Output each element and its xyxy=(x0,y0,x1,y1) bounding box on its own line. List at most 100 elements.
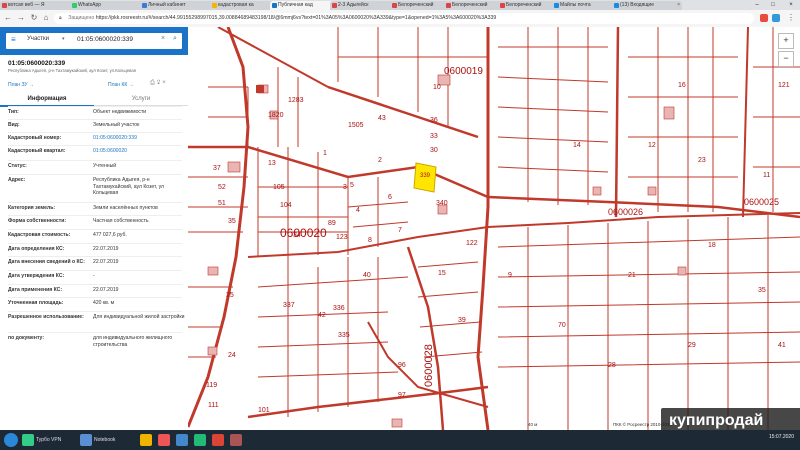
start-icon[interactable] xyxy=(4,433,18,447)
chevron-down-icon[interactable]: ▾ xyxy=(62,36,65,42)
browser-tab[interactable]: WhatsApp× xyxy=(70,1,146,10)
parcel-label: 1505 xyxy=(348,122,364,129)
parcel-label: 1820 xyxy=(268,112,284,119)
back-icon[interactable]: ← xyxy=(3,13,13,23)
parcel-label: 39 xyxy=(458,317,466,324)
parcel-label: 52 xyxy=(218,184,226,191)
browser-tab[interactable]: (13) Входящие × xyxy=(612,1,682,10)
url-field[interactable]: 🔒︎ Защищено https://pkk.rosreestr.ru/#/s… xyxy=(54,13,754,24)
browser-tab[interactable]: Белореченский× xyxy=(444,1,504,10)
close-window-icon[interactable]: × xyxy=(784,0,798,10)
taskbar-item[interactable]: Notebook xyxy=(94,433,115,447)
parcel-label: 123 xyxy=(336,234,348,241)
app-icon[interactable] xyxy=(194,434,206,446)
parcel-label: 28 xyxy=(608,362,616,369)
zoom-out-button[interactable]: − xyxy=(778,51,794,67)
browser-tab[interactable]: Личный кабинет× xyxy=(140,1,216,10)
tab-favicon-icon xyxy=(212,3,217,8)
parcel-label: 7 xyxy=(398,227,402,234)
attribute-label: Разрешенное использование: xyxy=(8,314,84,320)
parcel-label: 43 xyxy=(378,115,386,122)
reload-icon[interactable]: ↻ xyxy=(29,13,39,23)
search-bar: ≡ Участки ▾ 01:05:0600020:339 × ⌕ xyxy=(0,27,188,55)
divider xyxy=(8,256,182,257)
close-icon[interactable]: × xyxy=(162,80,168,86)
tab-favicon-icon xyxy=(2,3,7,8)
tab-label: кадастровая ка xyxy=(218,2,254,8)
parcel-label: 30 xyxy=(430,147,438,154)
parcel-label: 34 xyxy=(293,232,301,239)
home-icon[interactable]: ⌂ xyxy=(41,13,51,23)
browser-tab-active[interactable]: Публичная кад× xyxy=(270,1,336,10)
browser-tab[interactable]: 2-3 Адыгейск× xyxy=(330,1,396,10)
browser-tab[interactable]: Майлы почта× xyxy=(552,1,618,10)
forward-icon[interactable]: → xyxy=(16,13,26,23)
attribute-label: Дата внесения сведений о КС: xyxy=(8,259,85,265)
parcel-label: 340 xyxy=(436,200,448,207)
folder-icon[interactable] xyxy=(140,434,152,446)
parcel-label: 96 xyxy=(398,362,406,369)
panel-tools: ⎙⇪× xyxy=(150,80,168,87)
divider xyxy=(8,202,182,203)
parcel-label: 25 xyxy=(226,292,234,299)
attribute-value: 22.07.2019 xyxy=(93,246,119,252)
search-mode-select[interactable]: Участки xyxy=(27,36,49,42)
cadastral-map[interactable]: 0600020 0600019 0600026 0600025 0600028 37 13 1… xyxy=(188,27,800,430)
tab-label: Белореченский xyxy=(452,2,488,8)
tab-info[interactable]: Информация xyxy=(0,93,94,107)
app-icon[interactable] xyxy=(176,434,188,446)
parcel-label: 121 xyxy=(778,82,790,89)
divider xyxy=(8,160,182,161)
hamburger-icon[interactable]: ≡ xyxy=(11,35,16,44)
quarter-label: 0600026 xyxy=(608,207,643,217)
search-icon[interactable]: ⌕ xyxy=(173,35,177,43)
attribute-label: по документу: xyxy=(8,335,45,341)
tab-services[interactable]: Услуги xyxy=(94,93,188,105)
parcel-label: 29 xyxy=(688,342,696,349)
zoom-in-button[interactable]: + xyxy=(778,33,794,49)
attribute-value: Учтенный xyxy=(93,163,117,169)
vpn-icon[interactable] xyxy=(22,434,34,446)
lock-icon: 🔒︎ xyxy=(59,15,64,21)
browser-tab[interactable]: кадастровая ка× xyxy=(210,1,276,10)
menu-icon[interactable]: ⋮ xyxy=(786,13,796,23)
minimize-icon[interactable]: – xyxy=(750,0,764,10)
parcel-label: 1 xyxy=(323,150,327,157)
browser-tab[interactable]: Белореченский× xyxy=(498,1,558,10)
tab-favicon-icon xyxy=(332,3,337,8)
divider xyxy=(8,311,182,312)
plan-kk-link[interactable]: План КК → xyxy=(108,82,134,88)
tab-label: WhatsApp xyxy=(78,2,102,8)
search-box[interactable]: ≡ Участки ▾ 01:05:0600020:339 × ⌕ xyxy=(6,33,182,49)
print-icon[interactable]: ⎙ xyxy=(150,80,157,86)
divider xyxy=(8,132,182,133)
map-canvas[interactable]: 0600020060001906000260600025060002837131… xyxy=(188,27,800,430)
search-input[interactable]: 01:05:0600020:339 xyxy=(77,36,133,43)
parcel-label: 12 xyxy=(648,142,656,149)
app-icon[interactable] xyxy=(230,434,242,446)
close-icon[interactable]: × xyxy=(677,1,680,10)
extension-icon[interactable] xyxy=(772,14,780,22)
maximize-icon[interactable]: □ xyxy=(766,0,780,10)
notebook-icon[interactable] xyxy=(80,434,92,446)
parcel-label: 337 xyxy=(283,302,295,309)
attribute-value[interactable]: 01:05:0600020:339 xyxy=(93,135,185,142)
browser-tab[interactable]: вотсап веб — Я× xyxy=(0,1,76,10)
chrome-icon[interactable] xyxy=(212,434,224,446)
parcel-label: 13 xyxy=(268,160,276,167)
plan-zu-link[interactable]: План ЗУ → xyxy=(8,82,34,88)
parcel-label: 2 xyxy=(378,157,382,164)
parcel-label: 4 xyxy=(356,207,360,214)
close-icon[interactable]: × xyxy=(161,35,165,42)
browser-tab[interactable]: Белореченский× xyxy=(390,1,450,10)
parcel-label: 24 xyxy=(228,352,236,359)
extension-icon[interactable] xyxy=(760,14,768,22)
attribute-value[interactable]: 01:05:0600020 xyxy=(93,148,185,155)
parcel-label: 111 xyxy=(208,402,219,409)
taskbar-item[interactable]: Турбо VPN xyxy=(36,433,61,447)
parcel-label: 14 xyxy=(573,142,581,149)
divider xyxy=(8,215,182,216)
attribute-label: Вид: xyxy=(8,122,20,128)
divider xyxy=(8,297,182,298)
app-icon[interactable] xyxy=(158,434,170,446)
